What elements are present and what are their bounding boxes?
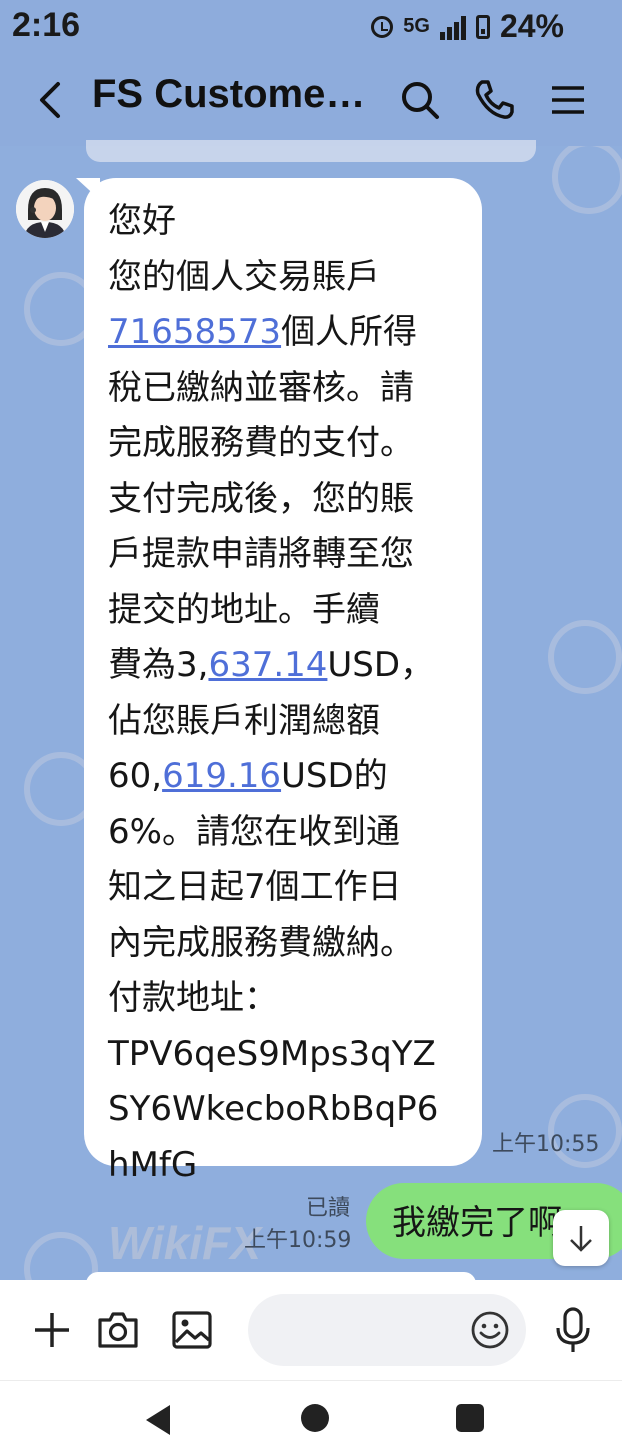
alarm-icon (371, 15, 394, 38)
agent-avatar-icon (16, 180, 74, 238)
image-icon[interactable] (170, 1308, 214, 1352)
message-line-address: hMfG (108, 1144, 198, 1185)
outgoing-message-time: 上午10:59 (244, 1228, 352, 1253)
status-time: 2:16 (12, 6, 81, 44)
auto-link[interactable]: 637.14 (208, 645, 327, 685)
message-line: 知之日起7個工作日 (108, 867, 402, 907)
battery-level: 24% (499, 8, 564, 44)
status-icons: 5G 24% (371, 8, 564, 45)
auto-link[interactable]: 619.16 (162, 756, 281, 796)
back-arrow-icon[interactable] (30, 78, 74, 122)
plus-icon[interactable] (30, 1308, 74, 1352)
message-line: 您好 (108, 201, 176, 241)
search-icon[interactable] (396, 76, 444, 124)
system-navigation-bar (0, 1380, 622, 1454)
message-input-bar (0, 1280, 622, 1380)
status-bar: 2:16 5G 24% (0, 0, 622, 56)
outgoing-message-text: 我繳完了啊 (392, 1203, 562, 1243)
watermark-text: WikiFX (108, 1217, 261, 1269)
camera-icon[interactable] (96, 1308, 140, 1352)
microphone-icon[interactable] (551, 1306, 595, 1354)
read-receipt: 已讀 (306, 1196, 351, 1221)
message-line: 您的個人交易賬戶 (108, 256, 380, 297)
phone-icon[interactable] (470, 76, 518, 124)
signal-icon (439, 14, 466, 40)
message-line: 稅已繳納並審核。請 (108, 367, 414, 408)
scroll-to-bottom-button[interactable] (553, 1210, 609, 1266)
message-line: 完成服務費的支付。 (108, 423, 414, 463)
menu-icon[interactable] (544, 76, 592, 124)
incoming-message-bubble[interactable]: 您好 您的個人交易賬戶 71658573個人所得 稅已繳納並審核。請 完成服務費… (76, 178, 482, 1185)
message-line: 支付完成後，您的賬 (108, 478, 414, 519)
previous-message-edge (86, 140, 536, 162)
message-line: 付款地址： (108, 978, 278, 1018)
arrow-down-icon (570, 1226, 592, 1252)
emoji-icon[interactable] (470, 1310, 510, 1350)
message-line-account-number: 71658573個人所得 (108, 312, 418, 352)
nav-recents-icon[interactable] (456, 1404, 484, 1432)
message-line: 提交的地址。手續 (108, 589, 380, 630)
auto-link[interactable]: 71658573 (108, 312, 281, 352)
message-line-profit: 60,619.16USD的 (108, 756, 388, 796)
battery-icon (475, 14, 490, 39)
nav-home-icon[interactable] (301, 1404, 329, 1432)
message-line-address: SY6WkecboRbBqP6 (108, 1089, 439, 1129)
avatar[interactable] (16, 180, 74, 238)
incoming-message-text: 您好 您的個人交易賬戶 71658573個人所得 稅已繳納並審核。請 完成服務費… (108, 194, 458, 1193)
message-line: 佔您賬戶利潤總額 (108, 700, 380, 741)
message-input[interactable] (248, 1294, 526, 1366)
chat-title[interactable]: FS Custome… (92, 72, 365, 117)
message-line: 內完成服務費繳納。 (108, 922, 414, 963)
message-line: 6%。請您在收到通 (108, 811, 400, 852)
bubble-tail (76, 178, 100, 200)
message-line: 戶提款申請將轉至您 (108, 534, 414, 574)
nav-back-icon[interactable] (146, 1405, 170, 1435)
message-line-fee: 費為3,637.14USD， (108, 645, 435, 685)
network-type: 5G (403, 15, 430, 37)
chat-header: FS Custome… (0, 56, 622, 146)
incoming-message-time: 上午10:55 (492, 1132, 600, 1157)
watermark-logo (552, 140, 622, 214)
message-line-address: TPV6qeS9Mps3qYZ (108, 1033, 436, 1074)
watermark-logo (548, 620, 622, 694)
